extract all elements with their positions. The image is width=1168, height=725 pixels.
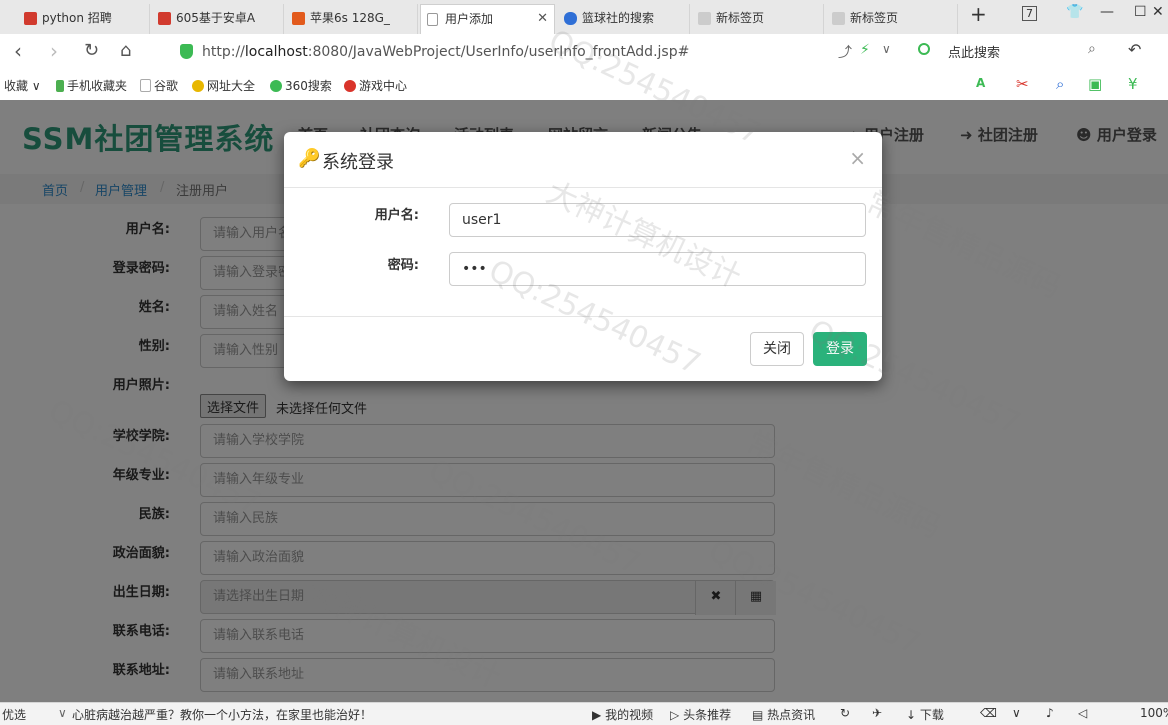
chevron-down-icon[interactable]: ∨: [882, 42, 891, 56]
search-input[interactable]: 点此搜索: [948, 42, 1000, 61]
status-left[interactable]: 优选: [2, 706, 26, 723]
download-icon: ↓: [906, 708, 917, 722]
zoom-level[interactable]: 100%: [1140, 706, 1168, 720]
maximize-icon[interactable]: ☐: [1134, 4, 1147, 20]
status-item[interactable]: ▷ 头条推荐: [670, 706, 731, 723]
back-icon[interactable]: ‹: [14, 40, 22, 62]
tab-label: 新标签页: [850, 11, 899, 25]
document-icon: [427, 13, 438, 26]
browser-status-bar: 优选 ∨ 心脏病越治越严重？教你一个小方法，在家里也能治好！ ▶ 我的视频 ▷ …: [0, 702, 1168, 725]
tab-label: 新标签页: [716, 11, 765, 25]
close-button[interactable]: 关闭: [750, 332, 804, 366]
url-prefix: http://: [202, 44, 245, 60]
search-engine-icon: [270, 80, 282, 92]
tab-label: 苹果6s 128G_: [310, 11, 390, 25]
rocket-icon[interactable]: ✈: [872, 706, 882, 720]
bookmark-item[interactable]: 收藏 ∨: [4, 77, 41, 94]
browser-tab[interactable]: 新标签页: [826, 4, 958, 34]
phone-icon: [56, 80, 64, 92]
browser-tab-active[interactable]: 用户添加 ✕: [420, 4, 555, 34]
login-password-input[interactable]: •••: [449, 252, 866, 286]
share-icon[interactable]: ⤴: [838, 42, 852, 62]
forward-icon[interactable]: ›: [50, 40, 58, 62]
bookmarks-bar: 收藏 ∨ 手机收藏夹 谷歌 网址大全 360搜索 游戏中心 A ✂ ⌕ ▣ ¥: [0, 70, 1168, 101]
key-icon: 🔑: [298, 148, 321, 169]
browser-tab[interactable]: 新标签页: [692, 4, 824, 34]
chevron-down-icon[interactable]: ∨: [58, 706, 67, 720]
gamepad-icon[interactable]: ▣: [1088, 75, 1102, 93]
video-icon: ▶: [592, 708, 602, 722]
modal-divider: [284, 316, 882, 317]
login-username-input[interactable]: user1: [449, 203, 866, 237]
play-circle-icon: ▷: [670, 708, 680, 722]
bookmark-item[interactable]: 手机收藏夹: [56, 77, 127, 94]
search-icon[interactable]: ⌕: [1088, 41, 1096, 57]
undo-icon[interactable]: ↶: [1128, 40, 1141, 59]
tab-label: python 招聘: [42, 11, 112, 25]
news-icon: ▤: [752, 708, 764, 722]
login-button[interactable]: 登录: [813, 332, 867, 366]
close-icon[interactable]: ×: [849, 146, 866, 170]
browser-tab[interactable]: python 招聘: [18, 4, 150, 34]
chevron-down-icon[interactable]: ∨: [1012, 706, 1021, 720]
bookmark-item[interactable]: 谷歌: [140, 77, 178, 94]
home-icon[interactable]: ⌂: [120, 40, 131, 62]
secure-shield-icon: [180, 44, 193, 59]
grid-icon: [698, 12, 711, 25]
username-label: 用户名:: [374, 208, 419, 223]
url-path: :8080/JavaWebProject/UserInfo/userInfo_f…: [307, 44, 690, 60]
url-host: localhost: [244, 44, 308, 60]
site-favicon-icon: [24, 12, 37, 25]
site-favicon-icon: [292, 12, 305, 25]
bookmark-item[interactable]: 网址大全: [192, 77, 255, 94]
tab-label: 用户添加: [445, 12, 494, 26]
minimize-icon[interactable]: —: [1100, 4, 1114, 20]
volume-icon[interactable]: ◁: [1078, 706, 1087, 720]
bookmark-item[interactable]: 游戏中心: [344, 77, 407, 94]
compass-icon: [192, 80, 204, 92]
document-icon: [140, 79, 151, 92]
browser-tab[interactable]: 苹果6s 128G_: [286, 4, 418, 34]
refresh-icon[interactable]: ↻: [840, 706, 850, 720]
lightning-icon[interactable]: ⚡: [860, 42, 870, 58]
tab-label: 605基于安卓A: [176, 11, 256, 25]
modal-title: 系统登录: [322, 152, 394, 173]
status-item[interactable]: ▶ 我的视频: [592, 706, 653, 723]
trash-icon[interactable]: ⌫: [980, 706, 997, 720]
new-tab-icon[interactable]: +: [970, 2, 987, 26]
translate-icon[interactable]: A: [976, 76, 985, 90]
browser-tab[interactable]: 605基于安卓A: [152, 4, 284, 34]
browser-tab-bar: python 招聘 605基于安卓A 苹果6s 128G_ 用户添加 ✕ 篮球社…: [0, 0, 1168, 35]
password-label: 密码:: [387, 258, 419, 273]
close-tab-icon[interactable]: ✕: [537, 5, 548, 33]
baidu-paw-icon: [564, 12, 577, 25]
login-modal: 🔑 系统登录 × 用户名: user1 密码: ••• 关闭 登录: [284, 132, 882, 381]
reload-icon[interactable]: ↻: [84, 40, 99, 62]
status-ad-link[interactable]: 心脏病越治越严重？教你一个小方法，在家里也能治好！: [72, 706, 372, 723]
status-download[interactable]: ↓ 下载: [906, 706, 944, 723]
url-field[interactable]: http://localhost:8080/JavaWebProject/Use…: [202, 38, 1022, 66]
tab-label: 篮球社的搜索: [582, 11, 655, 25]
browser-tab[interactable]: 篮球社的搜索: [558, 4, 690, 34]
address-toolbar: ‹ › ↻ ⌂ http://localhost:8080/JavaWebPro…: [0, 34, 1168, 71]
bookmark-item[interactable]: 360搜索: [270, 77, 332, 94]
tab-count-badge[interactable]: 7: [1022, 6, 1037, 21]
game-icon: [344, 80, 356, 92]
site-favicon-icon: [158, 12, 171, 25]
speaker-icon[interactable]: ♪: [1046, 706, 1054, 720]
wallet-icon[interactable]: ¥: [1128, 75, 1138, 93]
scissors-icon[interactable]: ✂: [1016, 75, 1029, 93]
modal-header: 🔑 系统登录 ×: [284, 132, 882, 188]
close-window-icon[interactable]: ✕: [1152, 4, 1164, 20]
search-engine-icon[interactable]: [918, 43, 930, 55]
shirt-skin-icon[interactable]: 👕: [1066, 4, 1083, 20]
magnifier-icon[interactable]: ⌕: [1056, 75, 1064, 93]
status-item[interactable]: ▤ 热点资讯: [752, 706, 815, 723]
grid-icon: [832, 12, 845, 25]
